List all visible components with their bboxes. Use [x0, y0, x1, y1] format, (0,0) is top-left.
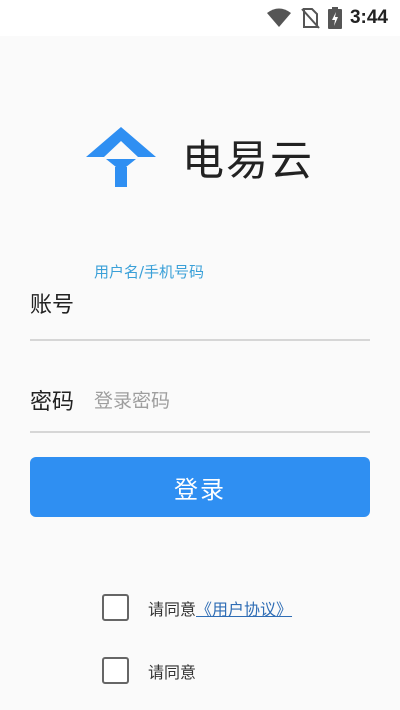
privacy-agreement-prefix: 请同意: [148, 662, 197, 682]
status-time: 3:44: [349, 7, 388, 28]
user-agreement-checkbox[interactable]: [102, 594, 129, 621]
battery-charging-icon: [327, 7, 342, 29]
account-label: 账号: [30, 293, 75, 318]
privacy-agreement-row: 请同意: [102, 657, 196, 684]
user-agreement-prefix: 请同意: [148, 599, 197, 619]
password-field: 密码: [30, 368, 370, 433]
account-floating-hint: 用户名/手机号码: [94, 263, 205, 281]
app-header: 电易云: [86, 126, 314, 188]
password-label: 密码: [30, 390, 75, 415]
app-name: 电易云: [182, 135, 315, 185]
app-logo-icon: [86, 127, 156, 187]
password-input[interactable]: [92, 384, 366, 418]
login-button[interactable]: 登录: [30, 457, 370, 517]
user-agreement-link[interactable]: 《用户协议》: [196, 596, 292, 620]
privacy-agreement-checkbox[interactable]: [102, 657, 129, 684]
account-field: 用户名/手机号码 账号: [30, 255, 370, 341]
account-input[interactable]: [92, 287, 366, 321]
wifi-icon: [266, 8, 291, 27]
no-sim-icon: [301, 8, 320, 29]
status-bar: 3:44: [0, 0, 400, 36]
status-icons: 3:44: [266, 6, 388, 30]
user-agreement-row: 请同意 《用户协议》: [102, 594, 292, 621]
